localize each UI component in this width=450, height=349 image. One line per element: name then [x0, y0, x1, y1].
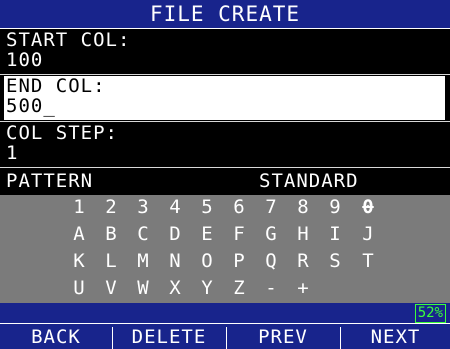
col-step-label: COL STEP:: [6, 122, 118, 144]
device-screen: FILE CREATE START COL: 100 END COL: 500_…: [0, 0, 450, 349]
prev-button[interactable]: PREV: [227, 324, 339, 349]
softkey-bar: BACK DELETE PREV NEXT: [0, 323, 450, 349]
on-screen-keyboard: 1 2 3 4 5 6 7 8 9 0 A B C D E F G H I J …: [0, 195, 450, 303]
delete-button[interactable]: DELETE: [113, 324, 225, 349]
keyboard-row-2: A B C D E F G H I J: [0, 223, 450, 245]
key-z[interactable]: Z: [228, 277, 250, 299]
key-t[interactable]: T: [357, 250, 379, 272]
next-button[interactable]: NEXT: [341, 324, 450, 349]
battery-indicator: 52%: [414, 304, 446, 323]
key-d[interactable]: D: [164, 223, 186, 245]
key-2[interactable]: 2: [100, 196, 122, 218]
key-l[interactable]: L: [100, 250, 122, 272]
col-step-value: 1: [6, 142, 19, 164]
key-f[interactable]: F: [228, 223, 250, 245]
key-s[interactable]: S: [324, 250, 346, 272]
key-n[interactable]: N: [164, 250, 186, 272]
back-button[interactable]: BACK: [0, 324, 112, 349]
keyboard-row-4: U V W X Y Z - +: [0, 277, 450, 299]
key-0-selected[interactable]: 0: [357, 196, 379, 218]
key-r[interactable]: R: [292, 250, 314, 272]
key-v[interactable]: V: [100, 277, 122, 299]
key-g[interactable]: G: [260, 223, 282, 245]
start-col-label: START COL:: [6, 29, 131, 51]
key-o[interactable]: O: [196, 250, 218, 272]
key-minus[interactable]: -: [260, 277, 282, 299]
keyboard-row-1: 1 2 3 4 5 6 7 8 9 0: [0, 196, 450, 218]
status-bar: 52%: [0, 303, 450, 323]
pattern-row[interactable]: PATTERN STANDARD: [0, 168, 450, 194]
key-e[interactable]: E: [196, 223, 218, 245]
end-col-field[interactable]: END COL: 500_: [4, 76, 445, 120]
key-6[interactable]: 6: [228, 196, 250, 218]
key-8[interactable]: 8: [292, 196, 314, 218]
key-9[interactable]: 9: [324, 196, 346, 218]
key-y[interactable]: Y: [196, 277, 218, 299]
key-1[interactable]: 1: [68, 196, 90, 218]
start-col-value: 100: [6, 49, 44, 71]
key-3[interactable]: 3: [132, 196, 154, 218]
key-4[interactable]: 4: [164, 196, 186, 218]
key-b[interactable]: B: [100, 223, 122, 245]
key-7[interactable]: 7: [260, 196, 282, 218]
key-p[interactable]: P: [228, 250, 250, 272]
key-c[interactable]: C: [132, 223, 154, 245]
screen-title: FILE CREATE: [0, 0, 450, 29]
key-plus[interactable]: +: [292, 277, 314, 299]
key-m[interactable]: M: [132, 250, 154, 272]
key-i[interactable]: I: [324, 223, 346, 245]
key-u[interactable]: U: [68, 277, 90, 299]
key-q[interactable]: Q: [260, 250, 282, 272]
key-a[interactable]: A: [68, 223, 90, 245]
key-x[interactable]: X: [164, 277, 186, 299]
col-step-field[interactable]: COL STEP: 1: [4, 123, 445, 167]
key-h[interactable]: H: [292, 223, 314, 245]
pattern-label: PATTERN: [6, 170, 94, 192]
key-5[interactable]: 5: [196, 196, 218, 218]
end-col-value: 500_: [6, 95, 56, 117]
key-w[interactable]: W: [132, 277, 154, 299]
keyboard-row-3: K L M N O P Q R S T: [0, 250, 450, 272]
pattern-value: STANDARD: [259, 170, 359, 192]
key-k[interactable]: K: [68, 250, 90, 272]
key-j[interactable]: J: [357, 223, 379, 245]
start-col-field[interactable]: START COL: 100: [4, 30, 445, 74]
end-col-label: END COL:: [6, 75, 106, 97]
